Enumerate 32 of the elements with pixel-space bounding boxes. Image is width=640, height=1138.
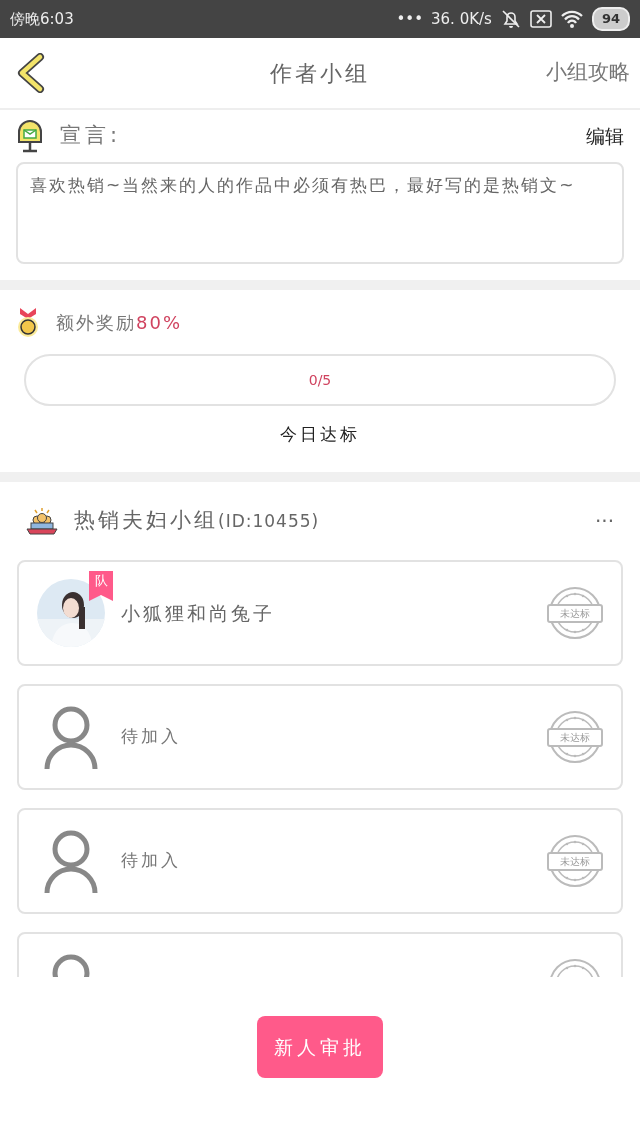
- stamp-text: 未达标: [547, 728, 603, 747]
- wifi-icon: [559, 9, 584, 29]
- member-card[interactable]: 待加入 未达标: [17, 808, 623, 914]
- status-time: 傍晚6:03: [10, 8, 74, 30]
- network-speed: 36. 0K/s: [431, 8, 492, 30]
- signal-dots: •••: [396, 8, 424, 30]
- reward-label: 额外奖励 80%: [56, 310, 182, 335]
- guide-link[interactable]: 小组攻略: [546, 57, 630, 89]
- mailbox-icon: [16, 118, 44, 154]
- member-name: 小狐狸和尚兔子: [121, 600, 275, 626]
- goal-caption: 今日达标: [279, 423, 361, 446]
- stamp-text: 未达标: [547, 604, 603, 623]
- vacant-slot-label: 待加入: [121, 725, 181, 749]
- leader-badge: 队: [89, 571, 113, 601]
- more-button[interactable]: ···: [594, 506, 614, 536]
- back-icon[interactable]: [16, 53, 46, 93]
- no-sim-icon: [529, 10, 552, 28]
- battery-level: 94: [591, 7, 630, 31]
- stamp-text: 未达标: [547, 852, 603, 871]
- manifesto-text: 喜欢热销~当然来的人的作品中必须有热巴，最好写的是热销文~: [16, 162, 624, 264]
- member-card[interactable]: 待加入 未达标: [17, 684, 623, 790]
- vacant-slot-label: 待加入: [121, 849, 181, 873]
- page-title: 作者小组: [270, 59, 370, 88]
- approve-button[interactable]: 新人审批: [257, 1016, 383, 1078]
- progress-reading: 0/5: [308, 370, 332, 390]
- muted-bell-icon: [499, 8, 522, 30]
- member-card[interactable]: 队 小狐狸和尚兔子 未达标: [17, 560, 623, 666]
- medal-icon: [16, 306, 40, 338]
- manifesto-label: 宣言:: [60, 122, 122, 150]
- crown-banner-icon: [26, 506, 58, 536]
- group-name: 热销夫妇小组(ID:10455): [74, 507, 320, 535]
- edit-link[interactable]: 编辑: [586, 121, 624, 151]
